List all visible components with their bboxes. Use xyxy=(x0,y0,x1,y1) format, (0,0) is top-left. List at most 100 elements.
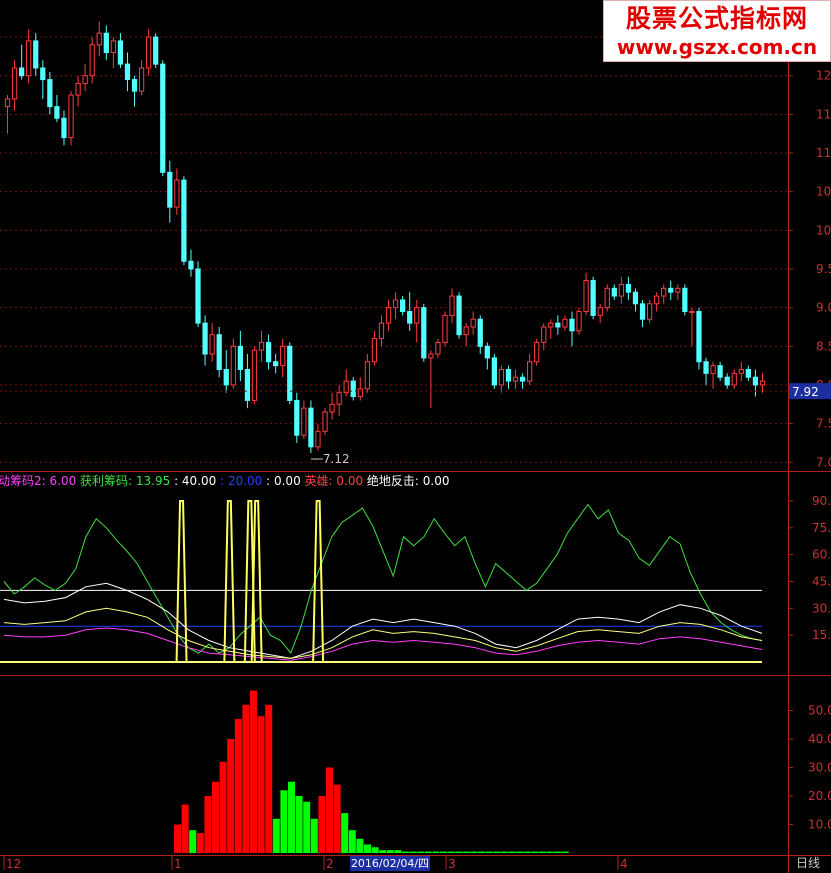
candle xyxy=(336,384,342,416)
candle-body xyxy=(646,303,653,320)
histogram-bar xyxy=(219,761,227,853)
candle xyxy=(491,354,497,389)
candle-body xyxy=(562,318,568,328)
stock-chart-window: 12.512.011.511.010.510.09.59.08.58.07.57… xyxy=(0,0,831,873)
candle xyxy=(237,330,243,382)
candle xyxy=(378,315,385,347)
candle xyxy=(265,334,272,370)
candle-body xyxy=(385,307,392,324)
histogram-bar xyxy=(394,850,402,853)
candle xyxy=(385,299,392,331)
candle-body xyxy=(280,345,286,367)
candle-body xyxy=(569,318,575,332)
candle xyxy=(160,60,166,177)
histogram-bar xyxy=(265,704,273,853)
legend-item: 获利筹码: 13.95 xyxy=(80,474,175,488)
candle-body xyxy=(675,287,681,293)
candle xyxy=(435,338,441,358)
candle-body xyxy=(103,32,109,54)
histogram-bar xyxy=(379,850,387,853)
candle-body xyxy=(625,283,632,293)
candle-body xyxy=(611,287,617,297)
histogram-bar xyxy=(500,851,508,853)
candle-body xyxy=(160,63,166,173)
candle-body xyxy=(195,268,201,324)
candle xyxy=(442,311,448,347)
candle-body xyxy=(583,280,589,313)
candle-body xyxy=(421,307,427,359)
candle xyxy=(230,338,236,389)
candle xyxy=(456,292,462,339)
candle-body xyxy=(618,283,624,297)
candle xyxy=(131,75,138,107)
candle xyxy=(414,299,420,343)
signal-spike xyxy=(312,499,325,663)
histogram-bar xyxy=(250,690,257,853)
candle xyxy=(174,168,180,215)
histogram-bar xyxy=(478,851,485,853)
candle xyxy=(117,33,124,68)
candle-body xyxy=(456,295,462,336)
histogram-bar xyxy=(326,767,333,853)
histogram-bar xyxy=(561,851,569,853)
candle-body xyxy=(336,392,342,405)
indicator-series-line xyxy=(3,607,763,659)
histogram-bar xyxy=(272,818,280,853)
candle xyxy=(301,400,307,440)
histogram-bar xyxy=(204,796,212,853)
candle-body xyxy=(265,341,272,363)
candle-body xyxy=(188,260,194,270)
candle-body xyxy=(329,403,335,413)
candle xyxy=(392,292,399,320)
candle xyxy=(244,354,251,409)
price-tick-label: 11.0 xyxy=(816,146,831,160)
candle xyxy=(639,299,646,327)
indicator-tick-label: 60.0 xyxy=(812,548,831,562)
candle-body xyxy=(75,82,81,96)
legend-item: : 20.00 xyxy=(220,474,267,488)
candle xyxy=(724,373,730,389)
histogram-bar xyxy=(189,830,197,853)
candle-body xyxy=(477,318,483,347)
indicator-series-line xyxy=(3,503,763,655)
candle xyxy=(470,311,476,335)
candle-body xyxy=(745,368,751,378)
candle xyxy=(618,276,624,304)
candle xyxy=(181,176,187,266)
candle xyxy=(280,338,286,378)
candle xyxy=(752,369,759,397)
candle xyxy=(54,95,60,123)
candle-body xyxy=(548,322,554,328)
histogram-bar xyxy=(234,719,242,853)
candle-body xyxy=(759,380,766,386)
candle xyxy=(759,373,766,393)
candle-body xyxy=(498,368,505,386)
candle-body xyxy=(26,40,32,77)
candle-body xyxy=(89,44,95,77)
legend-item: 英雄: 0.00 xyxy=(304,474,367,488)
candle-body xyxy=(82,75,88,84)
histogram-bar xyxy=(440,851,447,853)
candle xyxy=(611,284,617,300)
current-price-label: 7.92 xyxy=(792,385,819,399)
histogram-bar xyxy=(333,784,341,853)
histogram-bar xyxy=(303,801,311,853)
price-tick-label: 12.0 xyxy=(816,69,831,83)
candle-body xyxy=(534,341,540,363)
signal-spike xyxy=(175,499,188,663)
candle xyxy=(124,52,131,92)
candle xyxy=(562,315,568,331)
candle-body xyxy=(654,295,660,305)
candle-body xyxy=(449,295,455,316)
candle xyxy=(273,354,279,374)
candle xyxy=(689,307,695,347)
candle xyxy=(82,64,88,92)
candle xyxy=(731,369,737,389)
candle-body xyxy=(124,63,131,81)
candle-body xyxy=(244,368,251,401)
candle xyxy=(484,342,490,370)
period-label[interactable]: 日线 xyxy=(796,856,820,871)
chart-canvas[interactable]: 12.512.011.511.010.510.09.59.08.58.07.57… xyxy=(0,0,831,873)
indicator-series-line xyxy=(3,627,763,661)
price-tick-label: 10.5 xyxy=(816,185,831,199)
